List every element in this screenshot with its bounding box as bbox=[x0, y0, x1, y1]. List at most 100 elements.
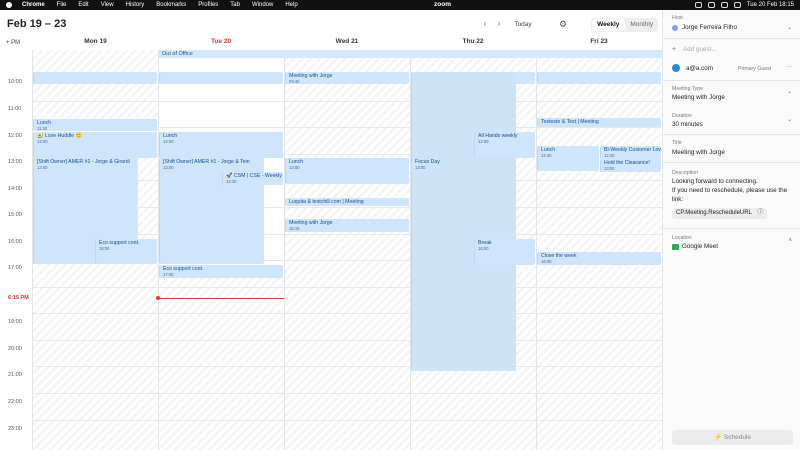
calendar-event[interactable] bbox=[159, 72, 283, 84]
menu-chrome[interactable]: Chrome bbox=[22, 2, 45, 8]
chevron-down-icon[interactable]: ⌄ bbox=[787, 88, 792, 95]
event-time: 09:45 bbox=[289, 79, 300, 84]
reschedule-url-chip[interactable]: CP.Meeting.RescheduleURL ⓘ bbox=[672, 208, 768, 219]
calendar-event[interactable]: Hold the Clearance! 13:00 bbox=[600, 159, 661, 172]
zoom-app-label[interactable]: zoom bbox=[434, 1, 451, 8]
calendar-event[interactable] bbox=[537, 72, 661, 84]
hour-label: 15:00 bbox=[8, 212, 22, 218]
menu-tab[interactable]: Tab bbox=[230, 2, 240, 8]
prev-week-button[interactable]: ‹ bbox=[478, 19, 492, 31]
calendar-header: Feb 19 – 23 ‹ › Today ⚙ Weekly Monthly bbox=[0, 10, 662, 38]
location-label: Location bbox=[672, 235, 692, 241]
divider bbox=[663, 134, 800, 135]
description-label: Description bbox=[672, 170, 698, 176]
calendar-event[interactable]: Meeting with Jorge 09:45 bbox=[285, 72, 409, 84]
calendar-event[interactable]: Eco support cont. 16:00 bbox=[95, 239, 157, 264]
calendar-event[interactable]: Close the week 16:30 bbox=[537, 252, 661, 265]
add-guest-input[interactable]: Add guest... bbox=[683, 46, 717, 53]
event-time: 13:00 bbox=[604, 166, 615, 171]
guest-role: Primary Guest bbox=[738, 66, 772, 72]
calendar-event[interactable]: Testeste & Test | Meeting bbox=[537, 118, 661, 127]
host-avatar bbox=[672, 25, 678, 31]
hour-line bbox=[32, 420, 662, 421]
calendar-event[interactable]: Bi-Weekly Customer Lov 12:30 bbox=[600, 146, 661, 159]
column-divider bbox=[536, 50, 537, 450]
event-time: 13:00 bbox=[289, 165, 300, 170]
menu-file[interactable]: File bbox=[57, 2, 67, 8]
wifi-icon[interactable] bbox=[720, 2, 728, 8]
meeting-type-select[interactable]: Meeting with Jorge bbox=[672, 94, 725, 101]
description-line[interactable]: If you need to reschedule, please use th… bbox=[672, 187, 787, 194]
meeting-type-label: Meeting Type bbox=[672, 86, 704, 92]
calendar-event[interactable]: All Hands weekly 12:00 bbox=[474, 132, 535, 158]
hour-line bbox=[32, 393, 662, 394]
location-select[interactable]: Google Meet bbox=[682, 243, 718, 250]
description-line[interactable]: Looking forward to connecting. bbox=[672, 178, 758, 185]
clock[interactable]: Tue 20 Feb 18:15 bbox=[747, 2, 794, 8]
event-time: 16:00 bbox=[478, 246, 489, 251]
event-time: 12:30 bbox=[604, 153, 615, 158]
hour-label: 10:00 bbox=[8, 79, 22, 85]
calendar-event[interactable]: Lunch 11:30 bbox=[33, 119, 157, 131]
calendar-event[interactable]: Eco support cont. 17:00 bbox=[159, 265, 283, 278]
schedule-label: Schedule bbox=[723, 434, 751, 441]
hour-label: 23:00 bbox=[8, 426, 22, 432]
event-time: 13:30 bbox=[226, 179, 237, 184]
add-guest-icon: + bbox=[672, 46, 677, 53]
calendar-event[interactable]: Lunch 12:30 bbox=[537, 146, 599, 171]
calendar-event[interactable]: Focus Day 13:00 bbox=[411, 72, 516, 371]
battery-icon[interactable] bbox=[733, 2, 741, 8]
description-line[interactable]: link: bbox=[672, 196, 683, 203]
reschedule-url-text: CP.Meeting.RescheduleURL bbox=[676, 210, 752, 216]
more-options-icon[interactable]: ··· bbox=[786, 64, 792, 70]
event-time: 12:00 bbox=[478, 139, 489, 144]
title-input[interactable]: Meeting with Jorge bbox=[672, 149, 725, 156]
schedule-button[interactable]: ⚡ Schedule bbox=[672, 430, 793, 445]
calendar-event[interactable]: 🥑 Love Huddle 🙂 12:00 bbox=[33, 132, 157, 158]
hour-label: 17:00 bbox=[8, 265, 22, 271]
monthly-view-button[interactable]: Monthly bbox=[626, 18, 659, 32]
menu-edit[interactable]: Edit bbox=[78, 2, 88, 8]
apple-icon[interactable] bbox=[6, 2, 12, 8]
tray-icon[interactable] bbox=[694, 2, 702, 8]
menu-profiles[interactable]: Profiles bbox=[198, 2, 218, 8]
event-title: [Shift Owner] AMER #1 - Jorge & Tein bbox=[163, 159, 250, 165]
menu-history[interactable]: History bbox=[126, 2, 145, 8]
duration-select[interactable]: 30 minutes bbox=[672, 121, 703, 128]
event-title: Luquita & testchili.com | Meeting bbox=[289, 199, 364, 205]
next-week-button[interactable]: › bbox=[492, 19, 506, 31]
date-range-title: Feb 19 – 23 bbox=[7, 18, 67, 30]
menu-view[interactable]: View bbox=[101, 2, 114, 8]
chevron-down-icon[interactable]: ⌄ bbox=[787, 24, 792, 31]
today-button[interactable]: Today bbox=[510, 18, 536, 32]
calendar-event[interactable]: Meeting with Jorge 15:15 bbox=[285, 219, 409, 232]
hour-label: 21:00 bbox=[8, 372, 22, 378]
chevron-up-icon[interactable]: ˄ bbox=[788, 238, 792, 244]
chevron-down-icon[interactable]: ⌄ bbox=[787, 116, 792, 123]
all-day-event[interactable]: Out of Office bbox=[158, 50, 662, 58]
day-header-tue: Tue 20 bbox=[210, 38, 232, 45]
menu-help[interactable]: Help bbox=[285, 2, 297, 8]
calendar-event[interactable] bbox=[33, 72, 157, 84]
timezone-selector[interactable]: + PM bbox=[6, 40, 20, 46]
event-time: 12:30 bbox=[541, 153, 552, 158]
week-grid[interactable]: Out of Office 10:00 11:00 12:00 13:00 14… bbox=[0, 50, 662, 450]
menu-window[interactable]: Window bbox=[252, 2, 273, 8]
hour-label: 14:00 bbox=[8, 186, 22, 192]
guest-avatar bbox=[672, 64, 680, 72]
calendar-event[interactable]: Break 16:00 bbox=[474, 239, 535, 265]
unavailable-hatch bbox=[158, 278, 284, 450]
calendar-event[interactable]: Luquita & testchili.com | Meeting bbox=[285, 198, 409, 206]
calendar-event[interactable]: Lunch 12:00 bbox=[159, 132, 283, 158]
calendar-event[interactable]: Lunch 13:00 bbox=[285, 158, 409, 184]
weekly-view-button[interactable]: Weekly bbox=[592, 19, 625, 31]
tray-icon[interactable] bbox=[707, 2, 715, 8]
schedule-icon: ⚡ bbox=[713, 434, 723, 441]
host-name[interactable]: Jorge Ferreira Filho bbox=[682, 24, 737, 31]
divider bbox=[663, 228, 800, 229]
event-time: 12:00 bbox=[37, 139, 48, 144]
gear-icon[interactable]: ⚙ bbox=[557, 18, 569, 30]
calendar-event[interactable]: 🚀 CSM | CSE - Weekly T 13:30 bbox=[222, 172, 283, 185]
event-time: 12:00 bbox=[163, 139, 174, 144]
menu-bookmarks[interactable]: Bookmarks bbox=[156, 2, 186, 8]
